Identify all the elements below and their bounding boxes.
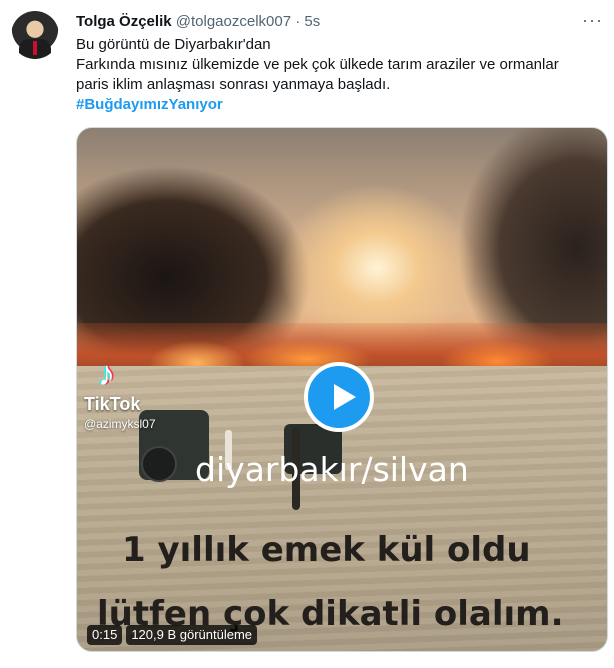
tiktok-username: @azimyksl07 — [84, 417, 156, 431]
author-handle[interactable]: @tolgaozcelk007 — [176, 13, 291, 30]
more-horizontal-icon[interactable]: ··· — [582, 10, 603, 31]
tiktok-logo-icon: ♪ — [98, 355, 115, 393]
video-duration: 0:15 — [87, 625, 123, 645]
tweet-text-line: Bu görüntü de Diyarbakır'dan — [76, 36, 271, 53]
video-player[interactable]: ♪ TikTok @azimyksl07 diyarbakır/silvan 1… — [76, 127, 608, 652]
tweet-text: Bu görüntü de Diyarbakır'dan Farkında mı… — [76, 35, 596, 115]
hashtag-link[interactable]: #BuğdayımızYanıyor — [76, 95, 596, 115]
tweet-time[interactable]: 5s — [304, 13, 320, 30]
view-count: 120,9 B görüntüleme — [126, 625, 258, 645]
avatar[interactable] — [11, 11, 59, 59]
tweet-text-line: Farkında mısınız ülkemizde ve pek çok ül… — [76, 56, 559, 73]
video-info-badges: 0:15 120,9 B görüntüleme — [87, 625, 258, 645]
tractor-wheel — [141, 446, 177, 482]
separator-dot: · — [295, 13, 301, 30]
video-caption-line: 1 yıllık emek kül oldu — [122, 530, 531, 570]
tiktok-brand: TikTok — [84, 394, 141, 414]
tiktok-watermark: ♪ TikTok @azimyksl07 — [84, 356, 156, 431]
play-button[interactable] — [304, 362, 374, 432]
tweet-text-line: paris iklim anlaşması sonrası yanmaya ba… — [76, 76, 391, 93]
play-icon — [334, 384, 356, 410]
tweet-header: Tolga Özçelik @tolgaozcelk007 · 5s — [76, 12, 320, 32]
video-caption-location: diyarbakır/silvan — [195, 450, 469, 489]
author-name[interactable]: Tolga Özçelik — [76, 13, 172, 30]
avatar-tie — [33, 41, 37, 55]
tweet-card[interactable]: Tolga Özçelik @tolgaozcelk007 · 5s ··· B… — [0, 0, 614, 668]
